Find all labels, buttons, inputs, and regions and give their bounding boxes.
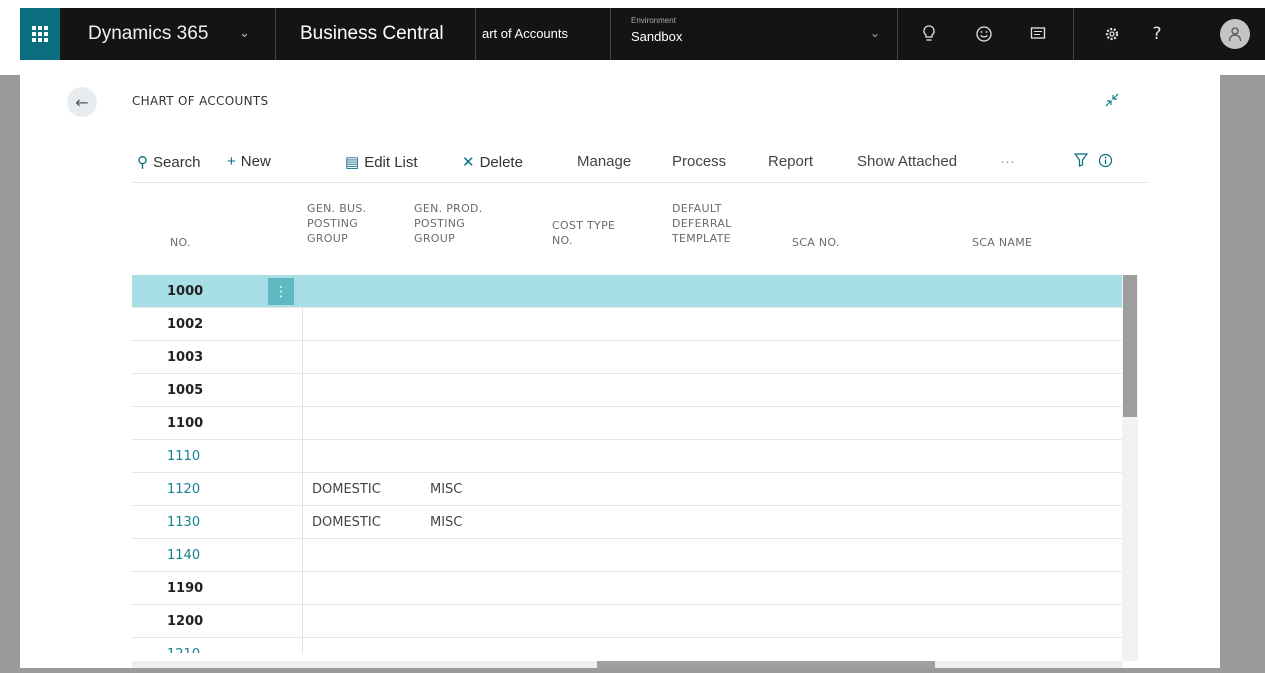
divider (275, 8, 276, 60)
page-title: CHART OF ACCOUNTS (132, 94, 269, 108)
table-row[interactable]: 1120 DOMESTIC MISC (132, 473, 1122, 506)
backdrop-right (1220, 75, 1265, 673)
gear-icon[interactable] (1100, 22, 1124, 46)
page-tab[interactable]: art of Accounts (482, 26, 568, 41)
account-no[interactable]: 1120 (167, 482, 200, 497)
delete-icon: ✕ (462, 154, 475, 171)
table-row[interactable]: 1005 (132, 374, 1122, 407)
accounts-grid: 1000 ⋮ 1002 1003 1005 1100 1110 1120 DOM… (132, 275, 1122, 653)
table-row[interactable]: 1000 ⋮ (132, 275, 1122, 308)
more-options-button[interactable]: ··· (1000, 153, 1015, 170)
report-button[interactable]: Report (768, 153, 813, 170)
table-row[interactable]: 1002 (132, 308, 1122, 341)
row-actions-button[interactable]: ⋮ (268, 278, 294, 305)
show-attached-button[interactable]: Show Attached (857, 153, 957, 170)
table-row[interactable]: 1130 DOMESTIC MISC (132, 506, 1122, 539)
divider (897, 8, 898, 60)
action-bar: ⚲ Search + New ▤ Edit List ✕ Delete Manage P… (132, 145, 1147, 183)
chat-icon[interactable] (1026, 22, 1050, 46)
smiley-icon[interactable] (972, 22, 996, 46)
column-header-cost-type-no[interactable]: COST TYPE NO. (552, 218, 615, 248)
manage-button[interactable]: Manage (577, 153, 631, 170)
new-button[interactable]: + New (227, 153, 271, 170)
search-icon: ⚲ (137, 154, 148, 171)
search-button[interactable]: ⚲ Search (137, 153, 201, 171)
column-header-default-deferral-template[interactable]: DEFAULT DEFERRAL TEMPLATE (672, 201, 732, 246)
environment-label: Environment (631, 16, 676, 25)
column-header-gen-prod-posting-group[interactable]: GEN. PROD. POSTING GROUP (414, 201, 483, 246)
table-row[interactable]: 1140 (132, 539, 1122, 572)
top-bar: Dynamics 365 ⌄ Business Central art of A… (0, 0, 1265, 75)
product-name[interactable]: Business Central (300, 23, 444, 45)
plus-icon: + (227, 153, 236, 170)
column-header-gen-bus-posting-group[interactable]: GEN. BUS. POSTING GROUP (307, 201, 366, 246)
account-no[interactable]: 1110 (167, 449, 200, 464)
divider (610, 8, 611, 60)
table-row[interactable]: 1110 (132, 440, 1122, 473)
account-no[interactable]: 1000 (167, 284, 203, 299)
table-row[interactable]: 1190 (132, 572, 1122, 605)
gen-prod-posting-group-cell[interactable]: MISC (430, 515, 462, 530)
waffle-icon[interactable] (20, 8, 60, 60)
vertical-scroll-thumb[interactable] (1123, 275, 1137, 417)
chart-of-accounts-page: ← CHART OF ACCOUNTS ⚲ Search + New ▤ Edit L… (52, 75, 1220, 668)
horizontal-scroll-thumb[interactable] (597, 661, 935, 668)
brand-dynamics-365[interactable]: Dynamics 365 (88, 23, 208, 45)
environment-selector[interactable]: Sandbox (631, 29, 682, 44)
table-row[interactable]: 1100 (132, 407, 1122, 440)
gen-bus-posting-group-cell[interactable]: DOMESTIC (312, 482, 381, 497)
gen-bus-posting-group-cell[interactable]: DOMESTIC (312, 515, 381, 530)
lightbulb-icon[interactable] (917, 22, 941, 46)
column-header-sca-no[interactable]: SCA NO. (792, 235, 840, 250)
gen-prod-posting-group-cell[interactable]: MISC (430, 482, 462, 497)
account-no[interactable]: 1005 (167, 383, 203, 398)
chevron-down-icon[interactable]: ⌄ (239, 26, 250, 41)
account-no[interactable]: 1140 (167, 548, 200, 563)
environment-chevron-icon[interactable]: ⌄ (870, 26, 880, 40)
collapse-icon[interactable] (1105, 93, 1119, 111)
divider (1073, 8, 1074, 60)
delete-button[interactable]: ✕ Delete (462, 153, 523, 171)
account-no[interactable]: 1210 (167, 647, 200, 653)
backdrop-bottom (0, 668, 1265, 673)
edit-list-icon: ▤ (345, 154, 360, 171)
account-no[interactable]: 1002 (167, 317, 203, 332)
navigation-bar: Dynamics 365 ⌄ Business Central art of A… (20, 8, 1265, 60)
user-icon[interactable] (1220, 19, 1250, 49)
filter-icon[interactable] (1073, 153, 1089, 171)
column-header-sca-name[interactable]: SCA NAME (972, 235, 1032, 250)
account-no[interactable]: 1200 (167, 614, 203, 629)
help-icon[interactable]: ? (1145, 22, 1169, 46)
backdrop-left (0, 75, 20, 673)
account-no[interactable]: 1190 (167, 581, 203, 596)
column-header-no[interactable]: NO. (170, 235, 191, 250)
table-row[interactable]: 1210 (132, 638, 1122, 653)
divider (475, 8, 476, 60)
edit-list-button[interactable]: ▤ Edit List (345, 153, 418, 171)
info-icon[interactable] (1098, 153, 1113, 172)
account-no[interactable]: 1003 (167, 350, 203, 365)
account-no[interactable]: 1100 (167, 416, 203, 431)
account-no[interactable]: 1130 (167, 515, 200, 530)
table-row[interactable]: 1003 (132, 341, 1122, 374)
table-row[interactable]: 1200 (132, 605, 1122, 638)
back-button[interactable]: ← (67, 87, 97, 117)
process-button[interactable]: Process (672, 153, 726, 170)
